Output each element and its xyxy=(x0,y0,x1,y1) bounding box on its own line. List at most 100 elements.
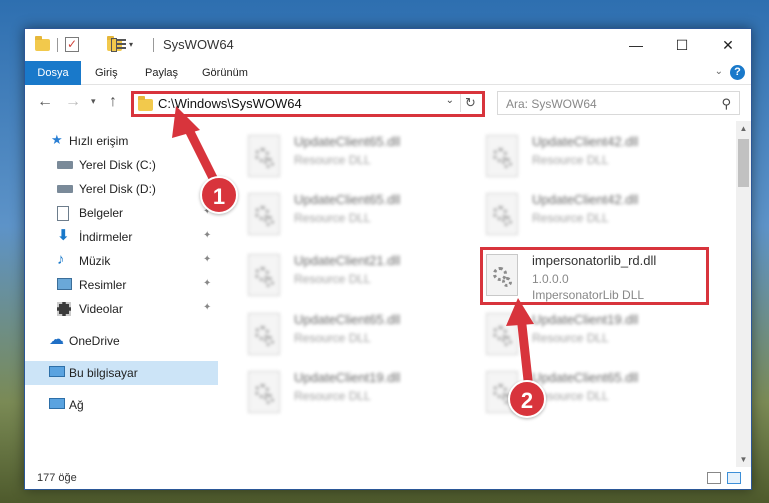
ribbon-tabs: Dosya Giriş Paylaş Görünüm ⌄ ? xyxy=(25,61,751,85)
sidebar-item-quick-access[interactable]: ★ Hızlı erişim xyxy=(25,129,218,153)
window-title: SysWOW64 xyxy=(163,37,234,52)
music-icon: ♪ xyxy=(57,251,65,268)
dll-file-icon xyxy=(248,254,280,296)
sidebar-item-local-disk-c[interactable]: Yerel Disk (C:) ✦ xyxy=(25,153,218,177)
file-description: Resource DLL xyxy=(294,272,371,286)
file-description: Resource DLL xyxy=(532,331,609,345)
details-view-icon[interactable] xyxy=(707,472,721,484)
properties-check-icon[interactable] xyxy=(65,37,79,52)
sidebar-item-label: Belgeler xyxy=(79,206,124,220)
file-name: UpdateClient19.dll xyxy=(294,370,401,385)
drive-icon xyxy=(57,161,73,169)
sidebar-item-network[interactable]: Ağ xyxy=(25,393,218,417)
pin-icon[interactable]: ✦ xyxy=(203,278,211,289)
drive-icon xyxy=(57,185,73,193)
dll-file-icon xyxy=(486,193,518,235)
sidebar-item-local-disk-d[interactable]: Yerel Disk (D:) ✦ xyxy=(25,177,218,201)
dll-file-icon xyxy=(248,313,280,355)
tab-file[interactable]: Dosya xyxy=(25,61,81,85)
file-tile[interactable]: UpdateClient42.dll Resource DLL xyxy=(482,129,712,185)
toolbar-separator xyxy=(57,38,58,52)
file-name: UpdateClient65.dll xyxy=(532,370,639,385)
video-icon xyxy=(57,302,71,316)
file-tile[interactable]: UpdateClient65.dll Resource DLL xyxy=(244,187,474,243)
help-icon[interactable]: ? xyxy=(730,65,745,80)
scroll-down-icon[interactable]: ▼ xyxy=(736,455,751,464)
file-description: Resource DLL xyxy=(532,211,609,225)
pin-icon[interactable]: ✦ xyxy=(203,158,211,169)
file-name: UpdateClient65.dll xyxy=(294,134,401,149)
maximize-button[interactable]: ☐ xyxy=(659,29,705,61)
scrollbar-thumb[interactable] xyxy=(738,139,749,187)
sidebar-item-label: Ağ xyxy=(69,398,84,412)
sidebar-item-label: Hızlı erişim xyxy=(69,134,129,148)
minimize-button[interactable]: — xyxy=(613,29,659,61)
tiles-view-icon[interactable] xyxy=(727,472,741,484)
documents-icon xyxy=(57,206,69,221)
file-highlight-box xyxy=(480,247,709,305)
file-tile[interactable]: UpdateClient42.dll Resource DLL xyxy=(482,187,712,243)
sidebar-item-label: OneDrive xyxy=(69,334,120,348)
address-highlight-box xyxy=(131,91,485,117)
pin-icon[interactable]: ✦ xyxy=(203,254,211,265)
search-input[interactable]: Ara: SysWOW64 ⚲ xyxy=(497,91,740,115)
file-name: UpdateClient42.dll xyxy=(532,134,639,149)
customize-toolbar-icon[interactable] xyxy=(111,37,127,52)
tab-view[interactable]: Görünüm xyxy=(202,61,248,85)
file-tile[interactable]: UpdateClient65.dll Resource DLL xyxy=(244,129,474,185)
file-name: UpdateClient42.dll xyxy=(532,192,639,207)
sidebar-item-label: Yerel Disk (D:) xyxy=(79,182,156,196)
dll-file-icon xyxy=(248,193,280,235)
file-tile[interactable]: UpdateClient19.dll Resource DLL xyxy=(482,307,712,363)
file-name: UpdateClient65.dll xyxy=(294,312,401,327)
file-tile[interactable]: UpdateClient21.dll Resource DLL xyxy=(244,248,474,304)
sidebar-item-videos[interactable]: Videolar ✦ xyxy=(25,297,218,321)
explorer-window: ▾ SysWOW64 — ☐ ✕ Dosya Giriş Paylaş Görü… xyxy=(24,28,752,490)
file-description: Resource DLL xyxy=(294,211,371,225)
network-icon xyxy=(49,398,65,409)
file-description: Resource DLL xyxy=(294,389,371,403)
sidebar-item-pictures[interactable]: Resimler ✦ xyxy=(25,273,218,297)
sidebar-item-label: İndirmeler xyxy=(79,230,133,244)
sidebar-item-downloads[interactable]: ⬇ İndirmeler ✦ xyxy=(25,225,218,249)
recent-locations-chevron-icon[interactable]: ▾ xyxy=(91,96,96,107)
tab-share[interactable]: Paylaş xyxy=(145,61,178,85)
sidebar-item-label: Yerel Disk (C:) xyxy=(79,158,156,172)
download-icon: ⬇ xyxy=(57,227,70,244)
file-tile[interactable]: UpdateClient65.dll Resource DLL xyxy=(244,307,474,363)
file-name: UpdateClient21.dll xyxy=(294,253,401,268)
dll-file-icon xyxy=(248,371,280,413)
search-icon[interactable]: ⚲ xyxy=(721,96,731,112)
customize-dropdown-icon[interactable]: ▾ xyxy=(129,40,133,56)
file-name: UpdateClient65.dll xyxy=(294,192,401,207)
pin-icon[interactable]: ✦ xyxy=(203,230,211,241)
file-tile[interactable]: UpdateClient19.dll Resource DLL xyxy=(244,365,474,421)
step-badge-1: 1 xyxy=(200,176,238,214)
chevron-down-icon[interactable]: ⌄ xyxy=(715,66,723,77)
search-placeholder: Ara: SysWOW64 xyxy=(506,97,597,111)
star-icon: ★ xyxy=(51,132,63,147)
back-arrow-icon[interactable]: ← xyxy=(37,93,53,111)
sidebar-item-documents[interactable]: Belgeler ✦ xyxy=(25,201,218,225)
pin-icon[interactable]: ✦ xyxy=(203,302,211,313)
up-arrow-icon[interactable]: ↑ xyxy=(109,93,117,111)
close-button[interactable]: ✕ xyxy=(705,29,751,61)
status-bar: 177 öğe xyxy=(25,467,751,489)
computer-icon xyxy=(49,366,65,377)
sidebar-item-this-pc[interactable]: Bu bilgisayar xyxy=(25,361,218,385)
cloud-icon: ☁ xyxy=(49,331,64,348)
tab-home[interactable]: Giriş xyxy=(95,61,118,85)
folder-icon xyxy=(35,36,50,51)
file-description: Resource DLL xyxy=(294,331,371,345)
toolbar-separator xyxy=(153,38,154,52)
sidebar-item-label: Resimler xyxy=(79,278,127,292)
vertical-scrollbar[interactable]: ▲ ▼ xyxy=(736,121,751,467)
forward-arrow-icon[interactable]: → xyxy=(65,93,81,111)
scroll-up-icon[interactable]: ▲ xyxy=(736,124,751,133)
file-description: Resource DLL xyxy=(532,153,609,167)
navigation-pane: ★ Hızlı erişim Yerel Disk (C:) ✦ Yerel D… xyxy=(25,121,218,467)
step-badge-2: 2 xyxy=(508,380,546,418)
sidebar-item-onedrive[interactable]: ☁ OneDrive xyxy=(25,329,218,353)
dll-file-icon xyxy=(248,135,280,177)
sidebar-item-music[interactable]: ♪ Müzik ✦ xyxy=(25,249,218,273)
